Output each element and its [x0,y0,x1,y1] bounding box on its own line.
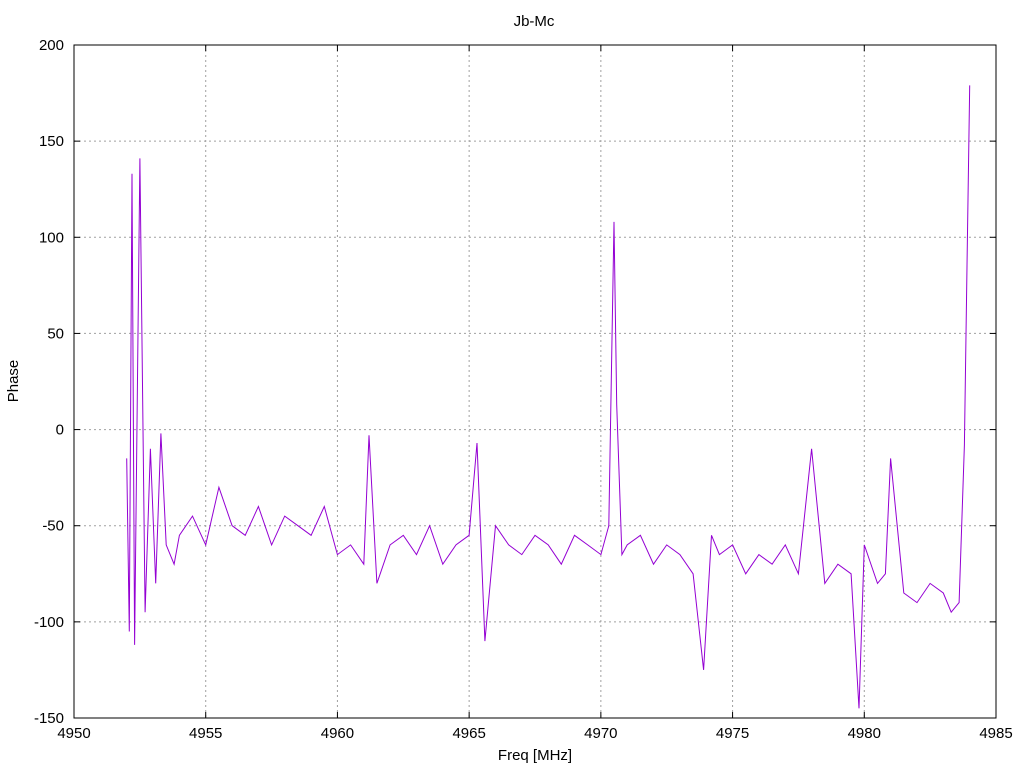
x-axis-label: Freq [MHz] [498,747,572,764]
x-tick-label: 4980 [848,725,881,742]
y-axis-label: Phase [5,360,22,403]
x-tick-label: 4985 [979,725,1012,742]
phase-chart: 4950 4955 4960 4965 4970 4975 4980 4985 -150 -100… [5,13,1013,764]
y-tick-label: 150 [39,133,64,150]
y-tick-label: -50 [42,518,64,535]
y-tick-label: -100 [34,614,64,631]
x-tick-label: 4970 [584,725,617,742]
grid [74,45,996,718]
x-tick-label: 4965 [452,725,485,742]
y-tick-label: 0 [56,422,64,439]
y-tick-label: 100 [39,229,64,246]
y-tick-label: -150 [34,710,64,727]
series-line [126,85,971,709]
tick-labels: 4950 4955 4960 4965 4970 4975 4980 4985 -150 -100… [34,37,1013,742]
plot-frame [73,44,997,719]
chart-title: Jb-Mc [514,13,555,30]
y-tick-label: 200 [39,37,64,54]
x-tick-label: 4950 [57,725,90,742]
x-tick-label: 4955 [189,725,222,742]
x-tick-label: 4960 [321,725,354,742]
ticks [73,44,997,719]
y-tick-label: 50 [47,325,64,342]
x-tick-label: 4975 [716,725,749,742]
